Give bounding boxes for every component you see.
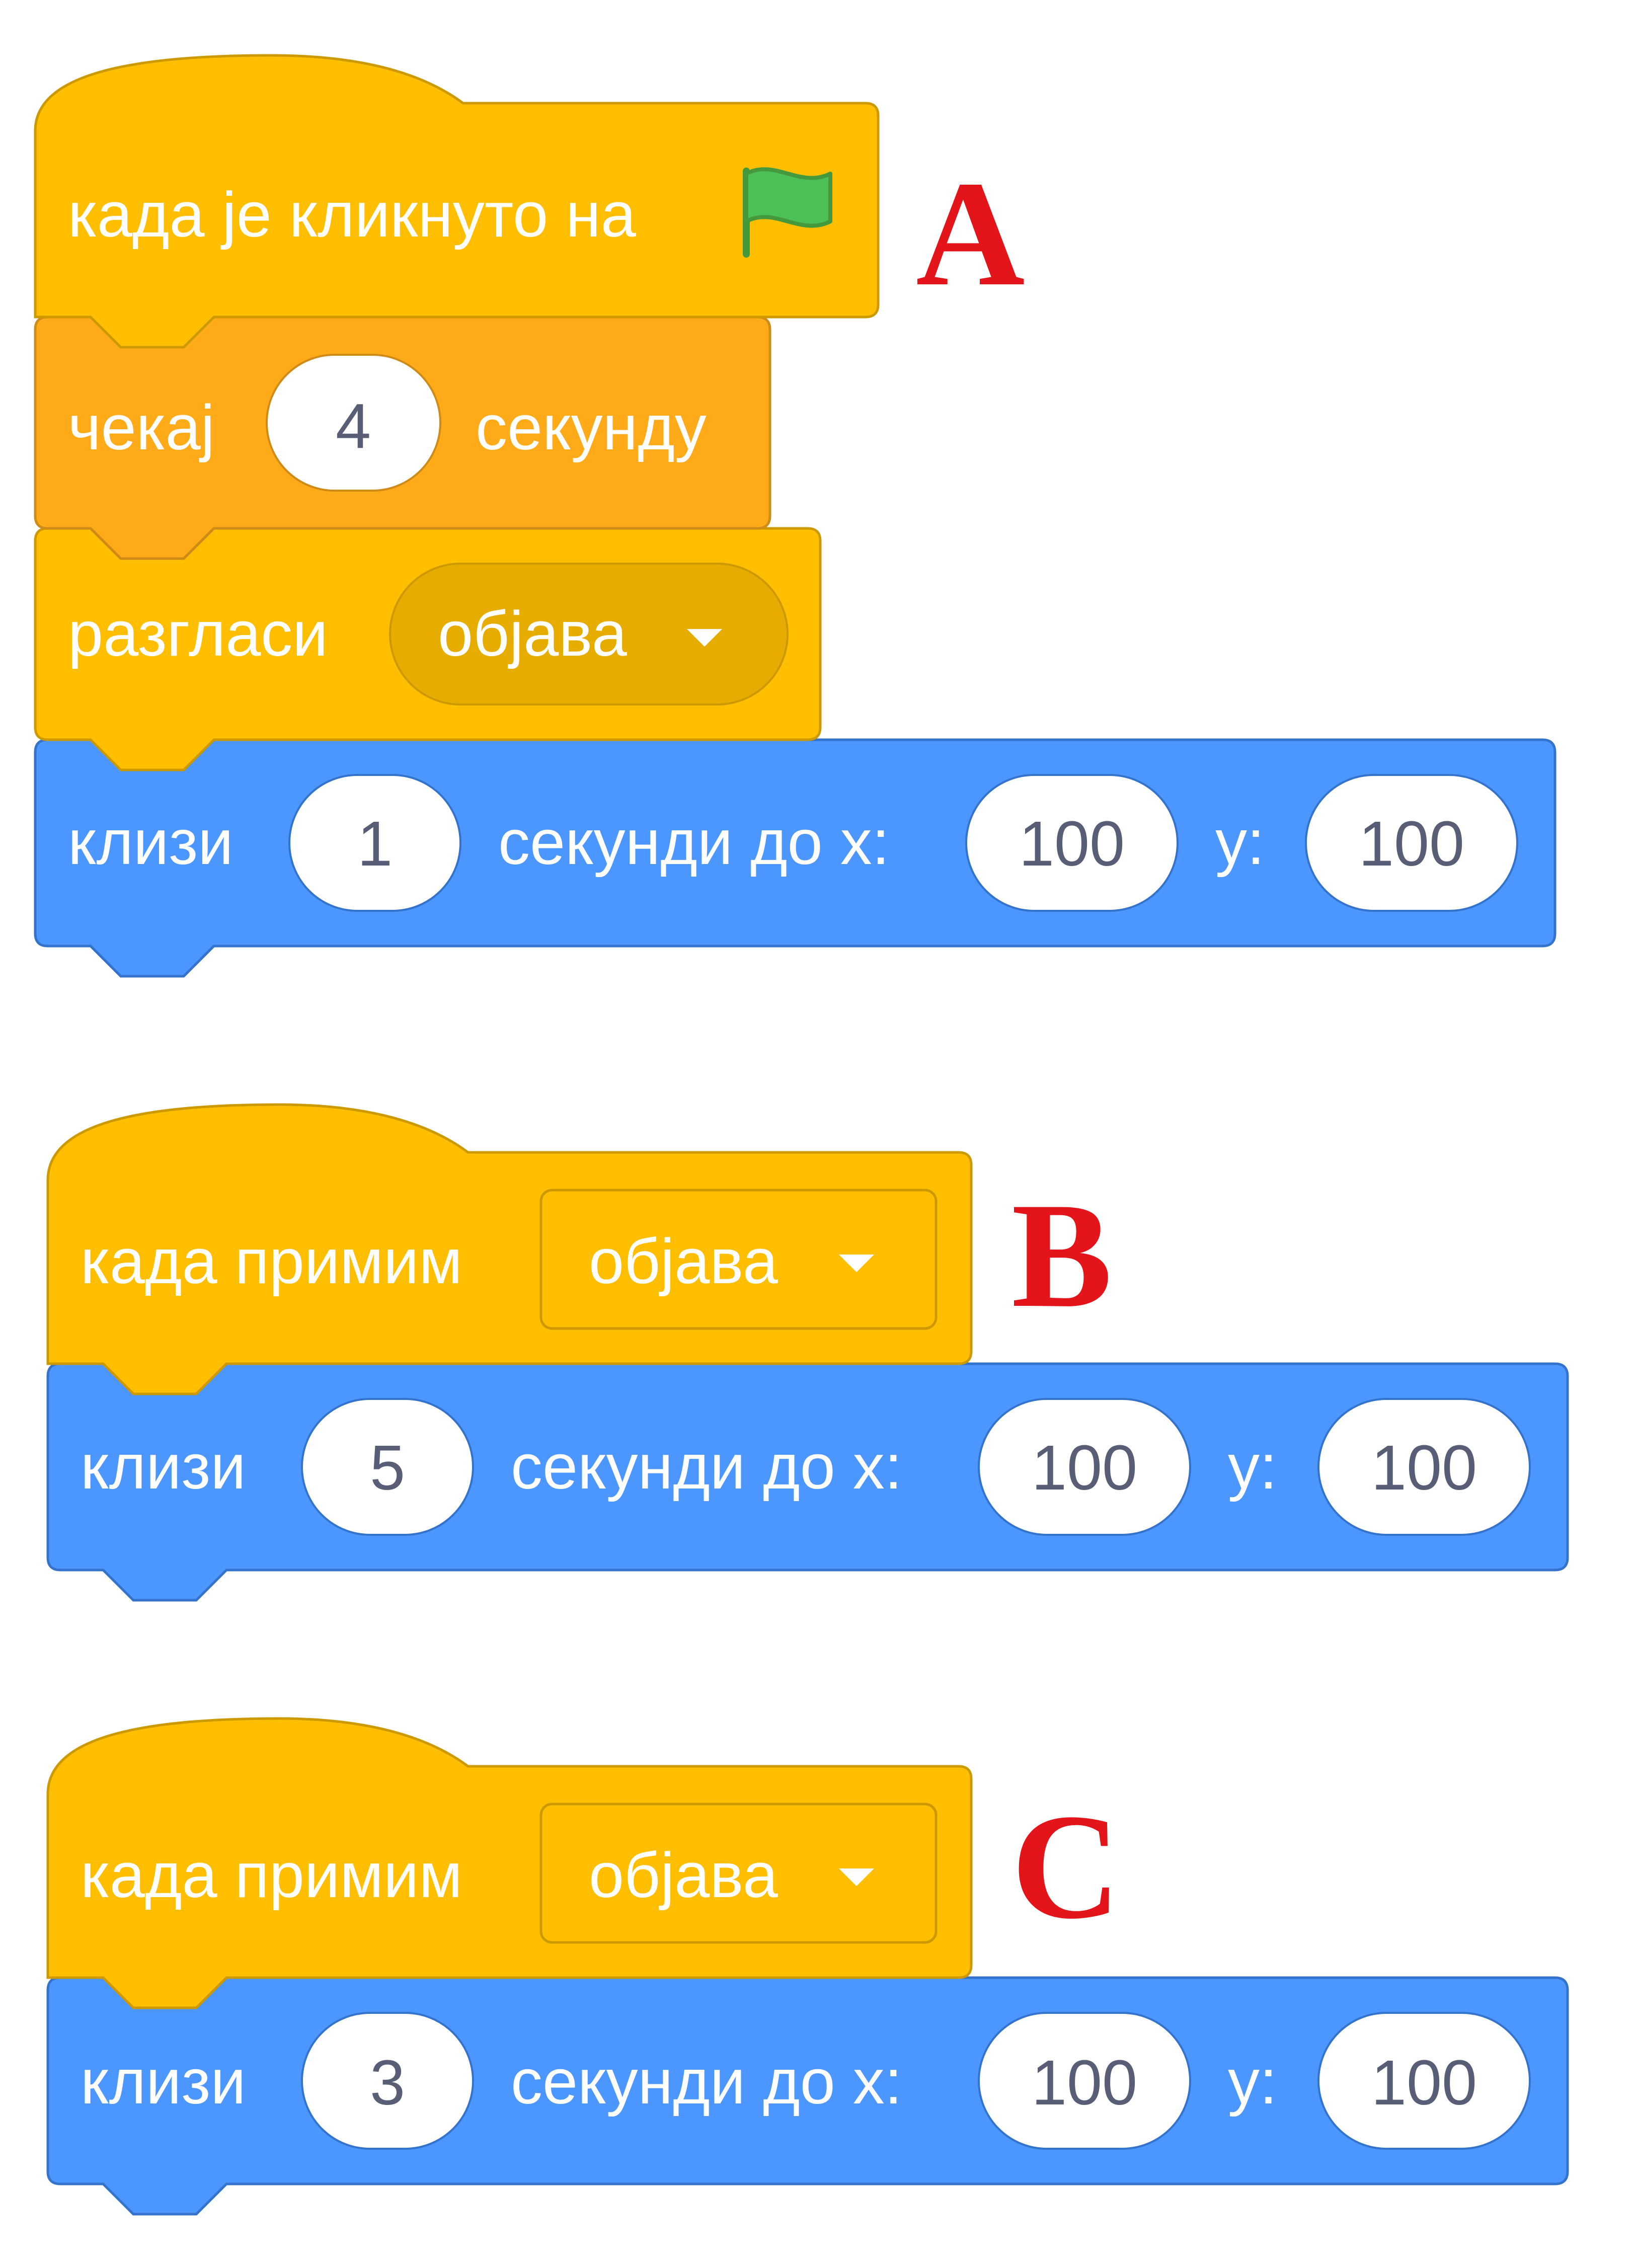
script-label-b: B	[1011, 1171, 1112, 1339]
glide-x-value: 100	[1019, 808, 1125, 879]
wait-unit-label: секунду	[476, 392, 707, 463]
glide-x-value: 100	[1032, 2047, 1137, 2118]
hat-label: када примим	[81, 1226, 462, 1297]
broadcast-block[interactable]: разгласи објава	[34, 527, 822, 771]
code-area: клизи 1 секунди до x: 100 y: 100 разглас…	[34, 54, 1569, 2216]
glide-x-value: 100	[1032, 1432, 1137, 1503]
glide-mid-label: секунди до x:	[511, 2046, 902, 2117]
script-c[interactable]: клизи 3 секунди до x: 100 y: 100 када пр…	[46, 1717, 1569, 2216]
glide-y-label: y:	[1228, 2046, 1277, 2117]
glide-y-value: 100	[1371, 1432, 1477, 1503]
when-flag-clicked-hat[interactable]: када је кликнуто на	[34, 54, 880, 349]
glide-mid-label: секунди до x:	[498, 807, 890, 878]
glide-secs-value: 5	[370, 1432, 405, 1503]
glide-label: клизи	[81, 1431, 246, 1502]
hat-label: када је кликнуто на	[68, 179, 637, 250]
glide-y-value: 100	[1359, 808, 1464, 879]
glide-y-label: y:	[1228, 1431, 1277, 1502]
glide-label: клизи	[81, 2046, 246, 2117]
script-label-c: C	[1011, 1783, 1121, 1950]
when-i-receive-hat[interactable]: када примим објава	[46, 1103, 973, 1395]
glide-label: клизи	[68, 807, 233, 878]
script-a[interactable]: клизи 1 секунди до x: 100 y: 100 разглас…	[34, 54, 1556, 978]
glide-mid-label: секунди до x:	[511, 1431, 902, 1502]
wait-block[interactable]: чекај 4 секунду	[34, 316, 771, 560]
script-b[interactable]: клизи 5 секунди до x: 100 y: 100 када пр…	[46, 1103, 1569, 1602]
glide-y-label: y:	[1215, 807, 1265, 878]
glide-block-a[interactable]: клизи 1 секунди до x: 100 y: 100	[34, 738, 1556, 978]
broadcast-message-value: објава	[438, 598, 628, 669]
hat-label: када примим	[81, 1840, 462, 1911]
message-dropdown-value: објава	[589, 1840, 778, 1911]
script-label-a: A	[916, 150, 1025, 317]
glide-y-value: 100	[1371, 2047, 1477, 2118]
message-dropdown-value: објава	[589, 1226, 778, 1297]
when-i-receive-hat[interactable]: када примим објава	[46, 1717, 973, 2009]
glide-block-b[interactable]: клизи 5 секунди до x: 100 y: 100	[46, 1362, 1569, 1602]
glide-block-c[interactable]: клизи 3 секунди до x: 100 y: 100	[46, 1976, 1569, 2216]
glide-secs-value: 3	[370, 2047, 405, 2118]
wait-seconds-value: 4	[336, 390, 371, 461]
wait-label: чекај	[68, 392, 215, 463]
broadcast-label: разгласи	[68, 598, 328, 669]
glide-secs-value: 1	[357, 808, 393, 879]
